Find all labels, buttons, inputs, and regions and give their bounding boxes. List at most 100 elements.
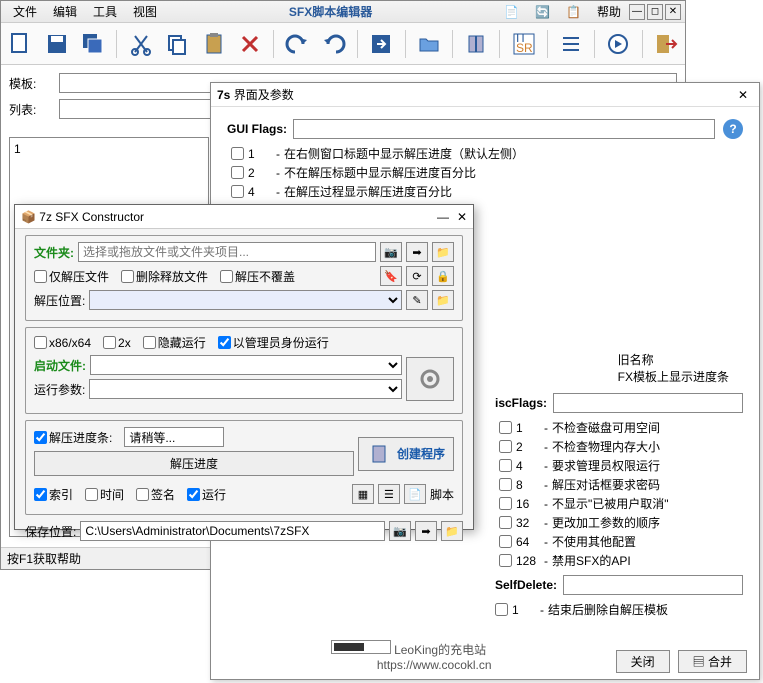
list-icon[interactable] [556, 28, 586, 60]
hidden-run-check[interactable] [143, 336, 156, 349]
doc-small-icon[interactable]: 📄 [404, 484, 426, 504]
bookmark-icon[interactable]: 🔖 [380, 266, 402, 286]
sfx-title: 📦 7z SFX Constructor [21, 210, 437, 224]
browse-folder-icon[interactable]: 📁 [432, 242, 454, 262]
its-icon[interactable]: ITSR [508, 28, 538, 60]
save-path-input[interactable] [80, 521, 385, 541]
miscflags-input[interactable] [553, 393, 743, 413]
selfdelete-label: SelfDelete: [495, 578, 557, 592]
camera-icon[interactable]: 📷 [380, 242, 402, 262]
help-icon[interactable]: ? [723, 119, 743, 139]
start-file-label: 启动文件: [34, 357, 86, 374]
menu-edit[interactable]: 编辑 [45, 3, 85, 20]
gui-flags-label: GUI Flags: [227, 122, 287, 136]
list-label: 列表: [9, 101, 59, 118]
menu-view[interactable]: 视图 [125, 3, 165, 20]
misc-1[interactable] [499, 421, 512, 434]
close-button[interactable]: ✕ [665, 4, 681, 20]
progress-bar-check[interactable] [34, 431, 47, 444]
sfx-constructor-window: 📦 7z SFX Constructor — ✕ 文件夹: 📷 ➡ 📁 仅解压文… [14, 204, 474, 530]
arrow2-icon[interactable]: ➡ [415, 521, 437, 541]
extract-pos-select[interactable] [89, 290, 402, 310]
progress-button[interactable]: 解压进度 [34, 451, 354, 476]
no-overwrite-check[interactable] [220, 270, 233, 283]
folder-icon[interactable] [414, 28, 444, 60]
gui-flags-input[interactable] [293, 119, 715, 139]
refresh-icon[interactable]: 🔄 [527, 5, 558, 19]
run-args-select[interactable] [89, 379, 402, 399]
save-all-icon[interactable] [78, 28, 108, 60]
misc-64[interactable] [499, 535, 512, 548]
start-file-select[interactable] [90, 355, 402, 375]
create-button[interactable]: 创建程序 [358, 437, 454, 471]
close-button[interactable]: 关闭 [616, 650, 670, 673]
gui-flag-2[interactable] [231, 166, 244, 179]
menu-tools[interactable]: 工具 [85, 3, 125, 20]
lock-icon[interactable]: 🔒 [432, 266, 454, 286]
edit-icon[interactable]: ✎ [406, 290, 428, 310]
list-item[interactable]: 1 [14, 142, 204, 156]
menu-help[interactable]: 帮助 [589, 3, 629, 20]
package-icon [367, 442, 391, 466]
folder-small-icon[interactable]: 📁 [432, 290, 454, 310]
cut-icon[interactable] [125, 28, 155, 60]
sfx-minimize[interactable]: — [437, 210, 449, 224]
misc-32[interactable] [499, 516, 512, 529]
refresh-small-icon[interactable]: ⟳ [406, 266, 428, 286]
extra-progress: FX模板上显示进度条 [618, 368, 729, 385]
folder-label: 文件夹: [34, 244, 74, 261]
svg-text:SR: SR [516, 41, 533, 55]
archive-icon[interactable] [461, 28, 491, 60]
undo-icon[interactable] [282, 28, 312, 60]
paste-icon[interactable] [198, 28, 228, 60]
dialog-close-button[interactable]: ✕ [733, 88, 753, 102]
misc-2[interactable] [499, 440, 512, 453]
misc-128[interactable] [499, 554, 512, 567]
sfx-close[interactable]: ✕ [457, 210, 467, 224]
misc-16[interactable] [499, 497, 512, 510]
arrow-right-icon[interactable]: ➡ [406, 242, 428, 262]
extract-pos-label: 解压位置: [34, 292, 85, 309]
script-label: 脚本 [430, 486, 454, 503]
gui-flag-4[interactable] [231, 185, 244, 198]
dialog-title: 7s 界面及参数 [217, 86, 733, 103]
folder-input[interactable] [78, 242, 376, 262]
del-release-check[interactable] [121, 270, 134, 283]
menu-file[interactable]: 文件 [5, 3, 45, 20]
sign-check[interactable] [136, 488, 149, 501]
time-check[interactable] [85, 488, 98, 501]
browse2-icon[interactable]: 📁 [441, 521, 463, 541]
delete-icon[interactable] [235, 28, 265, 60]
misc-8[interactable] [499, 478, 512, 491]
list-small-icon[interactable]: ☰ [378, 484, 400, 504]
x2-check[interactable] [103, 336, 116, 349]
gui-flag-1[interactable] [231, 147, 244, 160]
x86x64-check[interactable] [34, 336, 47, 349]
help-icon[interactable]: 📄 [496, 5, 527, 19]
grid-icon[interactable]: ▦ [352, 484, 374, 504]
camera2-icon[interactable]: 📷 [389, 521, 411, 541]
save-icon[interactable] [41, 28, 71, 60]
index-check[interactable] [34, 488, 47, 501]
player-icon[interactable] [603, 28, 633, 60]
miscflags-label: iscFlags: [495, 396, 547, 410]
please-wait-input[interactable] [124, 427, 224, 447]
admin-run-check[interactable] [218, 336, 231, 349]
minimize-button[interactable]: — [629, 4, 645, 20]
redo-icon[interactable] [319, 28, 349, 60]
merge-button[interactable]: ▤ 合并 [678, 650, 747, 673]
copy-icon[interactable] [162, 28, 192, 60]
selfdelete-input[interactable] [563, 575, 743, 595]
selfdelete-1[interactable] [495, 603, 508, 616]
exit-icon[interactable] [651, 28, 681, 60]
export-icon[interactable] [366, 28, 396, 60]
run-args-label: 运行参数: [34, 381, 85, 398]
only-extract-check[interactable] [34, 270, 47, 283]
new-icon[interactable] [5, 28, 35, 60]
misc-4[interactable] [499, 459, 512, 472]
save-pos-label: 保存位置: [25, 523, 76, 540]
doc-icon[interactable]: 📋 [558, 5, 589, 19]
run-check[interactable] [187, 488, 200, 501]
maximize-button[interactable]: ◻ [647, 4, 663, 20]
settings-gear-icon[interactable] [406, 357, 454, 401]
